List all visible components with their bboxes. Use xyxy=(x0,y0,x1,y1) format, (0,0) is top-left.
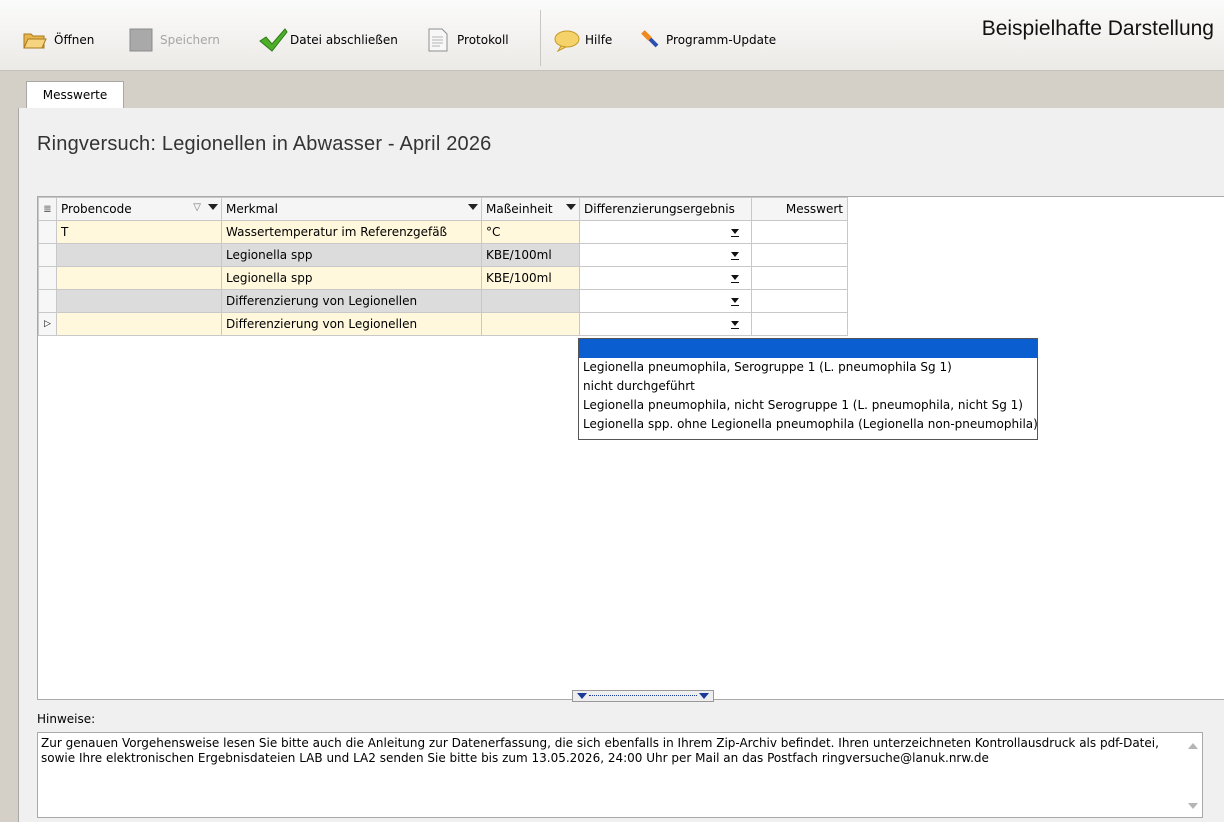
chevron-down-icon[interactable] xyxy=(731,321,739,329)
current-row-indicator-icon[interactable]: ▷ xyxy=(38,312,57,336)
column-header-messwert[interactable]: Messwert xyxy=(751,197,848,221)
cell-masseinheit xyxy=(481,289,580,313)
toolbar: Öffnen Speichern Datei abschließen Proto… xyxy=(0,0,1224,71)
measurement-table: ≣ Probencode ▽ Merkmal Maßeinheit Differe… xyxy=(38,197,848,336)
cell-probencode xyxy=(56,289,222,313)
cell-ergebnis-dropdown[interactable] xyxy=(579,289,752,313)
table-row: Legionella spp KBE/100ml xyxy=(38,243,848,267)
data-grid: ≣ Probencode ▽ Merkmal Maßeinheit Differe… xyxy=(37,196,1224,700)
column-header-masseinheit[interactable]: Maßeinheit xyxy=(481,197,580,221)
cell-messwert[interactable] xyxy=(751,266,848,290)
chevron-down-icon[interactable] xyxy=(731,229,739,237)
row-selector[interactable] xyxy=(38,243,57,267)
tab-strip: Messwerte xyxy=(18,78,1223,109)
column-header-merkmal[interactable]: Merkmal xyxy=(221,197,482,221)
speech-bubble-icon xyxy=(553,27,580,53)
open-button[interactable]: Öffnen xyxy=(22,26,94,54)
splitter-dots xyxy=(589,695,697,696)
ergebnis-dropdown-list: Legionella pneumophila, Serogruppe 1 (L.… xyxy=(578,338,1038,440)
floppy-disk-icon xyxy=(128,27,154,53)
toolbar-separator xyxy=(540,10,541,66)
cell-probencode[interactable] xyxy=(56,266,222,290)
chevron-down-icon[interactable] xyxy=(208,204,218,210)
scroll-up-icon[interactable] xyxy=(1188,743,1198,749)
cell-ergebnis-dropdown[interactable] xyxy=(579,243,752,267)
table-row-current: ▷ Differenzierung von Legionellen xyxy=(38,312,848,336)
cell-merkmal: Differenzierung von Legionellen xyxy=(221,289,482,313)
hints-text: Zur genauen Vorgehensweise lesen Sie bit… xyxy=(41,736,1159,765)
dropdown-option[interactable]: nicht durchgeführt xyxy=(579,377,1037,396)
scroll-down-icon[interactable] xyxy=(1188,803,1198,809)
page-title: Ringversuch: Legionellen in Abwasser - A… xyxy=(37,133,492,155)
cell-messwert[interactable] xyxy=(751,243,848,267)
chevron-down-icon[interactable] xyxy=(731,275,739,283)
checkmark-icon xyxy=(258,27,288,53)
row-selector[interactable] xyxy=(38,220,57,244)
row-selector[interactable] xyxy=(38,266,57,290)
cell-ergebnis-dropdown[interactable] xyxy=(579,266,752,290)
chevron-down-icon[interactable] xyxy=(566,204,576,210)
table-row: Legionella spp KBE/100ml xyxy=(38,266,848,290)
cell-ergebnis-dropdown[interactable] xyxy=(579,312,752,336)
column-header-differenzierungsergebnis[interactable]: Differenzierungsergebnis xyxy=(579,197,752,221)
cell-merkmal: Legionella spp xyxy=(221,266,482,290)
cell-masseinheit: KBE/100ml xyxy=(481,266,580,290)
dropdown-option[interactable]: Legionella pneumophila, nicht Serogruppe… xyxy=(579,396,1037,415)
column-header-label: Merkmal xyxy=(226,202,278,216)
cell-messwert[interactable] xyxy=(751,220,848,244)
update-button-label: Programm-Update xyxy=(666,33,777,47)
column-header-probencode[interactable]: Probencode ▽ xyxy=(56,197,222,221)
cell-merkmal: Differenzierung von Legionellen xyxy=(221,312,482,336)
column-header-label: Probencode xyxy=(61,202,132,216)
triangle-down-icon xyxy=(577,693,587,699)
splitter-handle[interactable] xyxy=(572,690,714,702)
table-row: Differenzierung von Legionellen xyxy=(38,289,848,313)
cell-messwert[interactable] xyxy=(751,312,848,336)
cell-probencode[interactable] xyxy=(56,312,222,336)
vertical-scrollbar[interactable] xyxy=(1184,733,1202,817)
cell-masseinheit: °C xyxy=(481,220,580,244)
cell-probencode xyxy=(56,243,222,267)
column-chooser-icon[interactable]: ≣ xyxy=(38,197,57,221)
dropdown-option[interactable]: Legionella pneumophila, Serogruppe 1 (L.… xyxy=(579,358,1037,377)
column-header-label: Maßeinheit xyxy=(486,202,553,216)
close-file-button-label: Datei abschließen xyxy=(290,33,398,47)
cell-merkmal: Wassertemperatur im Referenzgefäß xyxy=(221,220,482,244)
cell-messwert[interactable] xyxy=(751,289,848,313)
hints-label: Hinweise: xyxy=(37,712,96,726)
dropdown-option[interactable]: Legionella spp. ohne Legionella pneumoph… xyxy=(579,415,1038,434)
tab-messwerte[interactable]: Messwerte xyxy=(26,81,124,109)
table-row: T Wassertemperatur im Referenzgefäß °C xyxy=(38,220,848,244)
column-header-label: Differenzierungsergebnis xyxy=(584,202,735,216)
triangle-down-icon xyxy=(699,693,709,699)
help-button-label: Hilfe xyxy=(585,33,613,47)
row-selector[interactable] xyxy=(38,289,57,313)
protocol-button-label: Protokoll xyxy=(457,33,509,47)
hints-textbox[interactable]: Zur genauen Vorgehensweise lesen Sie bit… xyxy=(37,732,1203,818)
cell-ergebnis-dropdown[interactable] xyxy=(579,220,752,244)
cell-merkmal: Legionella spp xyxy=(221,243,482,267)
chevron-down-icon[interactable] xyxy=(731,252,739,260)
protocol-button[interactable]: Protokoll xyxy=(425,26,509,54)
document-icon xyxy=(425,27,451,53)
cell-masseinheit xyxy=(481,312,580,336)
table-header: ≣ Probencode ▽ Merkmal Maßeinheit Differe… xyxy=(38,197,848,221)
filter-icon[interactable]: ▽ xyxy=(193,202,201,213)
chevron-down-icon[interactable] xyxy=(468,204,478,210)
main-panel: Ringversuch: Legionellen in Abwasser - A… xyxy=(18,108,1224,822)
dropdown-option-empty[interactable] xyxy=(579,339,1037,358)
folder-icon xyxy=(22,27,48,53)
satellite-icon xyxy=(640,27,660,53)
example-heading: Beispielhafte Darstellung xyxy=(981,17,1214,40)
cell-masseinheit: KBE/100ml xyxy=(481,243,580,267)
cell-probencode[interactable]: T xyxy=(56,220,222,244)
close-file-button[interactable]: Datei abschließen xyxy=(258,26,398,54)
chevron-down-icon[interactable] xyxy=(731,298,739,306)
update-button[interactable]: Programm-Update xyxy=(640,26,776,54)
save-button[interactable]: Speichern xyxy=(128,26,220,54)
help-button[interactable]: Hilfe xyxy=(553,26,612,54)
open-button-label: Öffnen xyxy=(54,33,95,47)
column-header-label: Messwert xyxy=(785,202,843,216)
save-button-label: Speichern xyxy=(160,33,220,47)
